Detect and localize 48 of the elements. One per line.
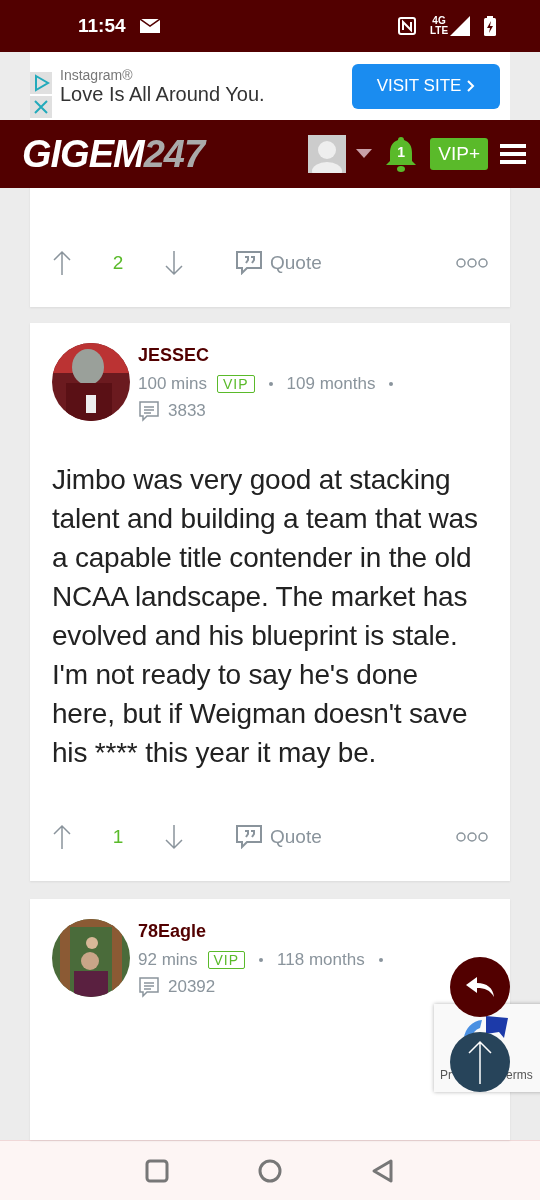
signal-icon (450, 16, 470, 37)
comment-icon (138, 400, 160, 423)
username[interactable]: JESSEC (138, 345, 398, 367)
vip-badge: VIP (217, 375, 255, 394)
nfc-icon (398, 17, 416, 36)
downvote-icon[interactable] (164, 824, 184, 851)
ad-choices-icon[interactable] (30, 72, 52, 95)
downvote-icon[interactable] (164, 250, 184, 277)
vote-count: 1 (111, 826, 125, 849)
menu-icon[interactable] (500, 143, 526, 166)
more-options-icon[interactable] (456, 257, 488, 270)
post-count: 3833 (168, 401, 206, 422)
post-count: 20392 (168, 977, 216, 998)
more-options-icon[interactable] (456, 831, 488, 844)
close-icon[interactable] (30, 96, 52, 119)
post-time: 100 mins (138, 374, 207, 395)
quote-icon (236, 825, 262, 850)
recaptcha-logo-icon (464, 1016, 510, 1039)
network-type: 4G LTE (430, 16, 448, 37)
member-tenure: 109 months (286, 374, 376, 395)
recent-apps-icon[interactable] (143, 1157, 170, 1184)
vip-badge: VIP (207, 951, 246, 970)
quote-icon (236, 251, 262, 276)
user-avatar-icon[interactable] (308, 135, 347, 174)
ad-advertiser: Instagram® (60, 66, 134, 83)
upvote-icon[interactable] (52, 250, 72, 277)
separator-dot (259, 958, 264, 963)
separator-dot (378, 958, 383, 963)
separator-dot (389, 382, 394, 387)
upvote-icon[interactable] (52, 824, 72, 851)
status-time: 11:54 (78, 15, 126, 38)
post-body: Jimbo was very good at stacking talent and building a team that was a capable title contender in the old NCAA landscape. The market has evolved and his blueprint is stale. I'm not ready to say he's done here, but if Weigman doesn't save his **** this year it may be. (52, 463, 479, 771)
recaptcha-link[interactable]: Pr (440, 1068, 452, 1083)
battery-icon (484, 16, 496, 37)
recaptcha-link[interactable]: erms (506, 1068, 533, 1083)
separator-dot (268, 382, 273, 387)
chevron-icon (467, 80, 476, 93)
post-time: 92 mins (138, 950, 198, 971)
username[interactable]: 78Eagle (138, 921, 387, 943)
member-tenure: 118 months (277, 950, 365, 971)
site-logo[interactable]: GIGEM247 (22, 132, 309, 176)
arrow-up-icon (468, 1040, 492, 1085)
mail-icon (139, 19, 160, 34)
vote-count: 2 (111, 252, 125, 275)
ad-headline: Love Is All Around You. (60, 82, 266, 106)
comment-icon (138, 976, 160, 999)
reply-icon (465, 976, 495, 999)
home-icon[interactable] (257, 1157, 283, 1184)
